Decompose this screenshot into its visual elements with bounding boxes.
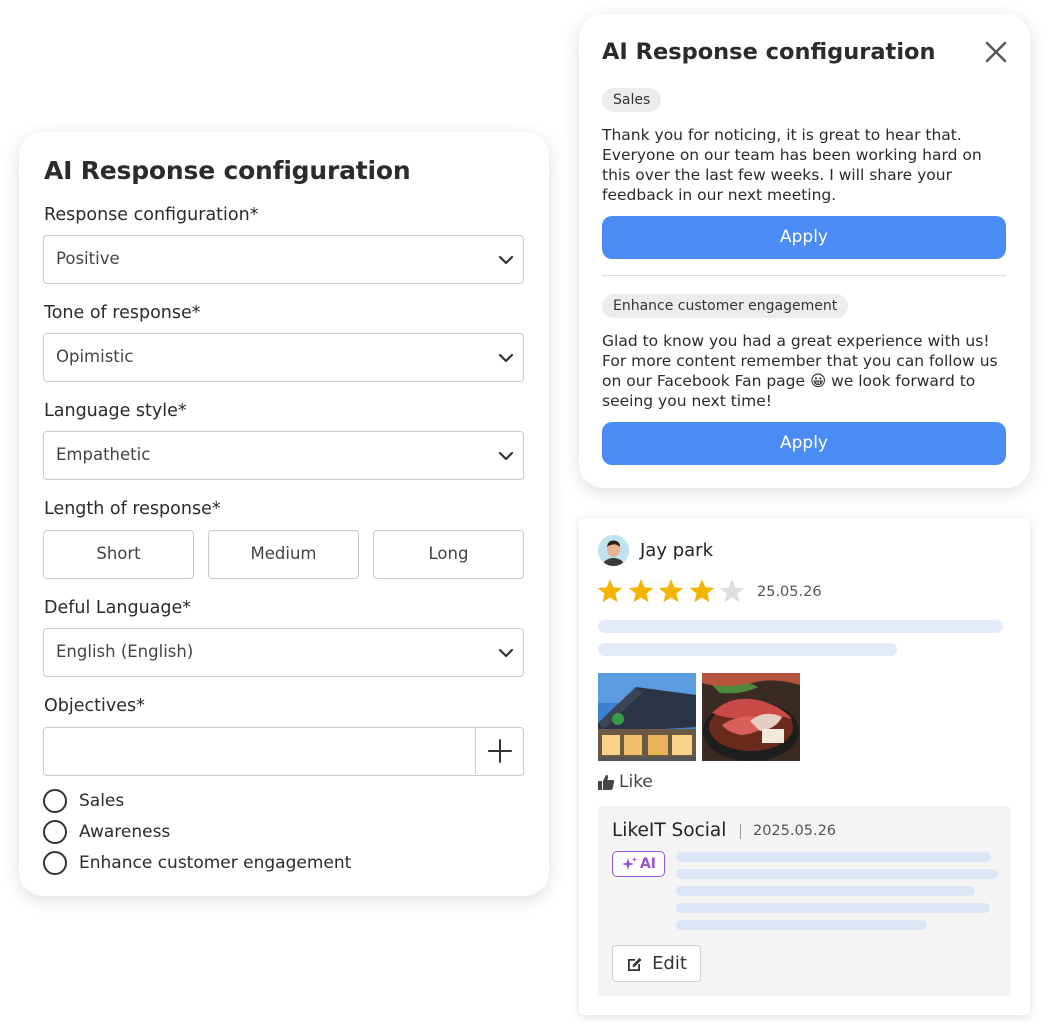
radio-button[interactable]	[43, 820, 67, 844]
plus-icon	[488, 739, 512, 763]
store-image	[598, 673, 696, 761]
close-icon[interactable]	[984, 40, 1008, 64]
chevron-down-icon	[498, 451, 514, 461]
text-placeholder	[676, 903, 990, 913]
chevron-down-icon	[498, 353, 514, 363]
review-date: 25.05.26	[757, 584, 822, 600]
sparkle-icon	[621, 856, 637, 870]
radio-button[interactable]	[43, 789, 67, 813]
edit-label: Edit	[652, 953, 687, 974]
ai-badge: AI	[612, 851, 665, 877]
text-placeholder	[676, 869, 998, 879]
language-style-select[interactable]: Empathetic	[43, 431, 524, 480]
food-photo[interactable]	[702, 673, 800, 761]
objective-option-engagement[interactable]: Enhance customer engagement	[43, 850, 351, 876]
response-tag-sales: Sales	[602, 88, 662, 112]
ai-badge-label: AI	[639, 856, 657, 872]
response-panel-title: AI Response configuration	[602, 39, 936, 65]
config-title: AI Response configuration	[44, 156, 411, 185]
apply-button-engagement[interactable]: Apply	[602, 422, 1006, 465]
reviewer-name: Jay park	[640, 540, 713, 561]
language-style-value: Empathetic	[56, 445, 151, 464]
edit-button[interactable]: Edit	[612, 945, 701, 982]
radio-button[interactable]	[43, 851, 67, 875]
text-placeholder	[676, 852, 991, 862]
thumbs-up-icon	[598, 774, 615, 790]
length-label: Length of response*	[44, 499, 221, 519]
objective-option-label: Awareness	[79, 822, 171, 842]
reply-author: LikeIT Social	[612, 820, 727, 841]
chevron-down-icon	[498, 648, 514, 658]
text-placeholder	[676, 886, 975, 896]
objective-option-awareness[interactable]: Awareness	[43, 819, 170, 845]
add-objective-button[interactable]	[475, 728, 523, 774]
star-icon	[628, 579, 653, 603]
objective-option-label: Enhance customer engagement	[79, 853, 352, 873]
reply-box: LikeIT Social 2025.05.26 AI Edit	[598, 806, 1011, 996]
reply-date: 2025.05.26	[753, 823, 837, 839]
objectives-label: Objectives*	[44, 696, 145, 716]
avatar	[598, 535, 629, 566]
star-icon	[689, 579, 714, 603]
objective-option-label: Sales	[79, 791, 125, 811]
response-configuration-value: Positive	[56, 249, 120, 268]
chevron-down-icon	[498, 255, 514, 265]
separator	[740, 824, 741, 839]
objective-option-sales[interactable]: Sales	[43, 788, 124, 814]
response-configuration-select[interactable]: Positive	[43, 235, 524, 284]
star-empty-icon	[719, 579, 745, 603]
text-placeholder	[598, 620, 1003, 633]
edit-icon	[628, 957, 642, 971]
divider	[602, 275, 1006, 276]
default-language-value: English (English)	[56, 642, 194, 661]
response-text-sales: Thank you for noticing, it is great to h…	[602, 126, 982, 204]
objectives-input[interactable]	[43, 727, 524, 776]
tone-label: Tone of response*	[44, 303, 201, 323]
like-label: Like	[619, 772, 653, 792]
text-placeholder	[598, 643, 897, 656]
default-language-select[interactable]: English (English)	[43, 628, 524, 677]
like-button[interactable]: Like	[597, 772, 653, 792]
default-language-label: Deful Language*	[44, 598, 192, 618]
response-text-engagement: Glad to know you had a great experience …	[602, 332, 998, 410]
tone-value: Opimistic	[56, 347, 134, 366]
star-icon	[597, 579, 623, 603]
apply-button-sales[interactable]: Apply	[602, 216, 1006, 259]
response-configuration-label: Response configuration*	[44, 205, 259, 225]
store-photo[interactable]	[598, 673, 696, 761]
star-rating	[596, 577, 749, 605]
length-long-button[interactable]: Long	[373, 530, 524, 579]
length-medium-button[interactable]: Medium	[208, 530, 359, 579]
star-icon	[658, 579, 684, 603]
tone-select[interactable]: Opimistic	[43, 333, 524, 382]
ai-response-panel: AI Response configuration Sales Thank yo…	[579, 14, 1030, 488]
person-avatar-icon	[598, 535, 629, 566]
response-tag-engagement: Enhance customer engagement	[602, 294, 849, 318]
review-card: Jay park 25.05.26 Like LikeIT Social 202…	[579, 518, 1030, 1015]
length-short-button[interactable]: Short	[43, 530, 194, 579]
text-placeholder	[676, 920, 927, 930]
sukiyaki-image	[702, 673, 800, 761]
config-panel: AI Response configuration Response confi…	[19, 132, 549, 896]
language-style-label: Language style*	[44, 401, 187, 421]
